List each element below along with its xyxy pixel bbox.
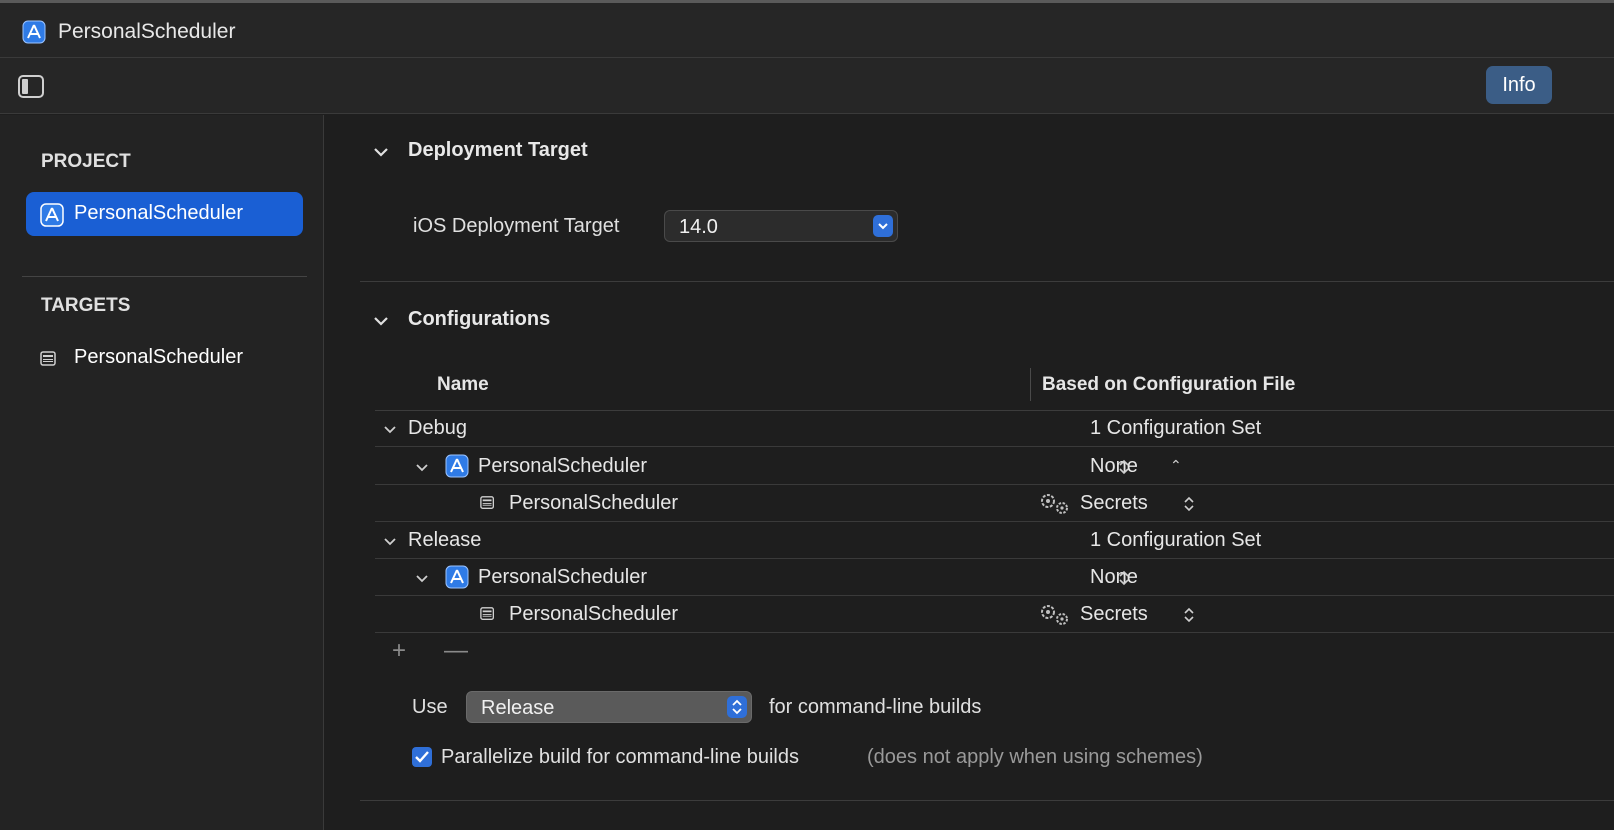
app-project-icon [445,565,469,594]
column-separator [1030,368,1031,401]
gear-icon [1038,491,1072,522]
add-configuration-button[interactable]: + [392,637,406,665]
gear-icon [1038,602,1072,633]
config-based-on: 1 Configuration Set [1090,529,1262,551]
column-header-name[interactable]: Name [437,374,489,396]
table-row[interactable]: PersonalScheduler Secrets [375,485,1614,522]
project-settings-editor: Deployment Target iOS Deployment Target … [325,115,1614,830]
chevron-down-icon[interactable] [373,145,389,163]
config-name: PersonalScheduler [478,455,647,477]
use-label: Use [412,696,448,718]
config-name: Debug [408,417,467,439]
target-icon [40,347,58,373]
chevron-down-icon[interactable] [383,534,397,552]
config-name: PersonalScheduler [509,492,678,514]
table-row[interactable]: Release 1 Configuration Set [375,522,1614,559]
toolbar: Info [0,58,1614,114]
up-down-arrows-icon[interactable] [1183,607,1195,626]
ios-deployment-target-value: 14.0 [679,216,718,238]
column-header-based-on[interactable]: Based on Configuration File [1042,374,1295,396]
parallelize-note: (does not apply when using schemes) [867,746,1203,768]
table-row[interactable]: PersonalScheduler None ⌃ [375,448,1614,485]
window-title: PersonalScheduler [58,20,236,43]
ios-deployment-target-label: iOS Deployment Target [413,215,620,237]
use-suffix-label: for command-line builds [769,696,982,718]
remove-configuration-button[interactable]: — [444,637,468,665]
target-icon [480,606,496,627]
table-row[interactable]: PersonalScheduler Secrets [375,596,1614,633]
sidebar-toggle-icon[interactable] [18,75,46,104]
sidebar-item-label: PersonalScheduler [74,346,243,368]
up-down-arrows-icon [727,696,747,718]
command-line-config-value: Release [481,697,555,719]
app-project-icon [445,454,469,483]
up-down-arrows-icon[interactable]: ⌃ [1170,457,1182,474]
parallelize-label[interactable]: Parallelize build for command-line build… [441,746,799,769]
chevron-down-icon[interactable] [415,571,429,589]
chevron-down-icon [873,215,893,237]
section-divider [360,281,1614,282]
chevron-down-icon[interactable] [383,422,397,440]
table-row[interactable]: PersonalScheduler None [375,559,1614,596]
config-based-on[interactable]: None [1090,566,1138,589]
chevron-down-icon[interactable] [415,460,429,478]
configurations-title: Configurations [408,308,551,330]
sidebar-item-project[interactable]: PersonalScheduler [26,192,303,236]
project-heading: PROJECT [41,151,131,172]
info-tab-button[interactable]: Info [1486,66,1552,104]
config-based-on[interactable]: Secrets [1080,603,1148,626]
config-based-on[interactable]: Secrets [1080,492,1148,515]
parallelize-checkbox[interactable] [412,747,432,767]
chevron-down-icon[interactable] [373,314,389,332]
up-down-arrows-icon[interactable] [1118,459,1130,478]
target-icon [480,495,496,516]
project-navigator: PROJECT PersonalScheduler TARGETS Person… [0,115,324,830]
config-name: PersonalScheduler [478,566,647,588]
sidebar-divider [22,276,307,277]
sidebar-item-label: PersonalScheduler [74,202,243,224]
deployment-target-title: Deployment Target [408,139,588,161]
config-based-on[interactable]: None [1090,455,1138,478]
section-divider [360,800,1614,801]
table-row[interactable]: Debug 1 Configuration Set [375,410,1614,447]
targets-heading: TARGETS [41,295,131,316]
up-down-arrows-icon[interactable] [1183,496,1195,515]
config-name: Release [408,529,482,551]
command-line-config-popup[interactable]: Release [466,691,752,723]
app-project-icon [22,20,46,49]
sidebar-item-target[interactable]: PersonalScheduler [26,336,303,380]
window-titlebar: PersonalScheduler [0,0,1614,58]
ios-deployment-target-popup[interactable]: 14.0 [664,210,898,242]
app-project-icon [40,203,64,232]
up-down-arrows-icon[interactable] [1118,570,1130,589]
config-name: PersonalScheduler [509,603,678,625]
config-based-on: 1 Configuration Set [1090,417,1262,439]
